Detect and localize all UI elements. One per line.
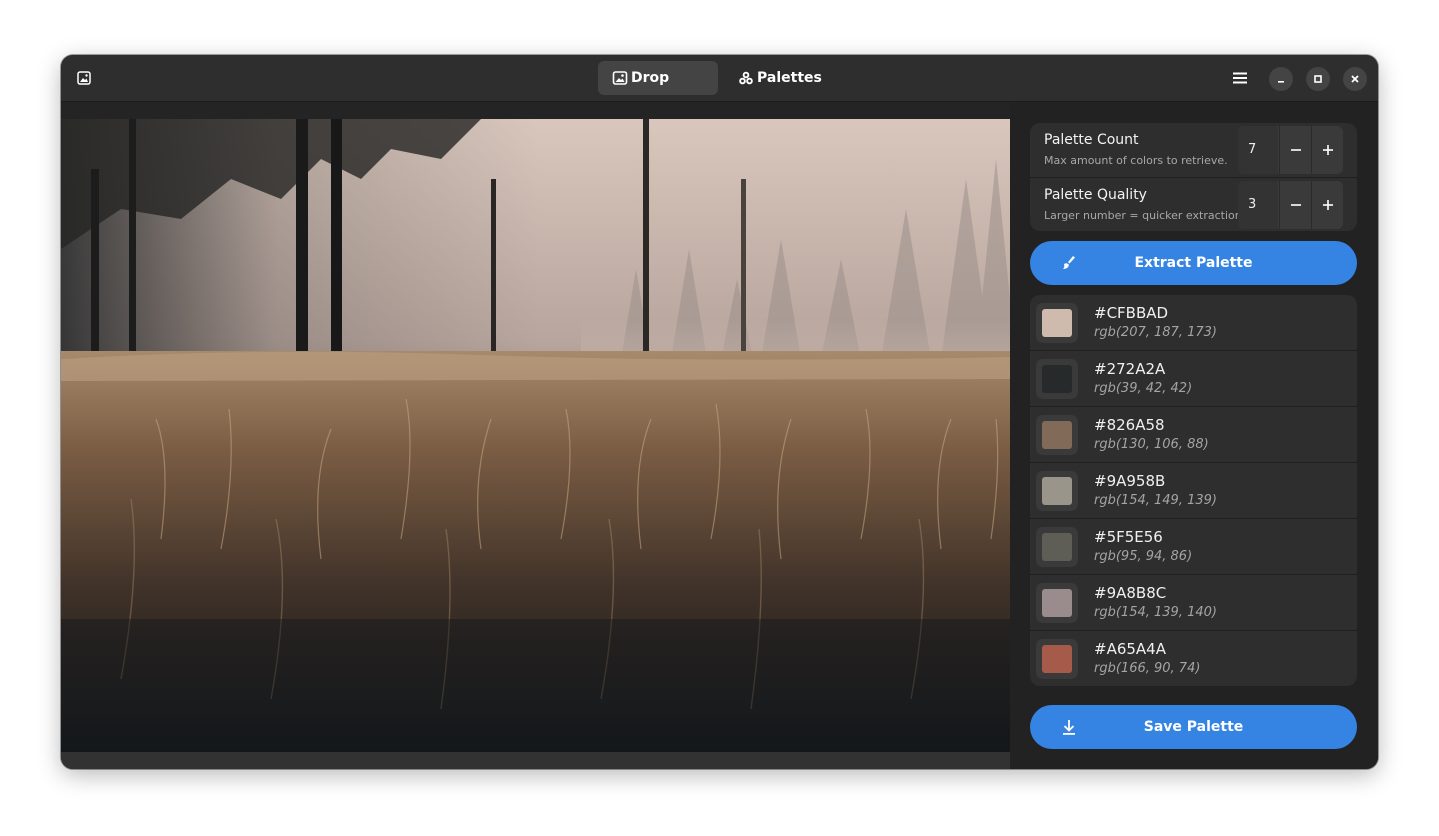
color-swatch-frame <box>1036 583 1078 623</box>
palette-quality-subtitle: Larger number = quicker extraction. <box>1044 209 1246 222</box>
palette-icon <box>738 70 754 86</box>
palette-color-row[interactable]: #CFBBAD rgb(207, 187, 173) <box>1030 295 1357 351</box>
palette-quality-decrement-button[interactable] <box>1279 181 1312 229</box>
tab-palettes[interactable]: Palettes <box>724 61 840 95</box>
palette-count-subtitle: Max amount of colors to retrieve. <box>1044 154 1228 167</box>
color-swatch <box>1042 365 1072 393</box>
color-swatch <box>1042 589 1072 617</box>
minus-icon <box>1291 149 1301 151</box>
color-swatch-frame <box>1036 303 1078 343</box>
color-hex-value[interactable]: #A65A4A <box>1094 640 1166 658</box>
palette-quality-spinner: 3 <box>1238 181 1343 229</box>
color-swatch <box>1042 477 1072 505</box>
color-hex-value[interactable]: #CFBBAD <box>1094 304 1168 322</box>
app-window: Drop Palettes Palette Count Max amount o… <box>61 55 1378 769</box>
plus-icon <box>1323 200 1333 210</box>
image-drop-area[interactable] <box>61 102 1010 769</box>
plus-icon <box>1323 145 1333 155</box>
color-rgb-value[interactable]: rgb(130, 106, 88) <box>1094 437 1209 452</box>
main-content: Palette Count Max amount of colors to re… <box>61 102 1378 769</box>
color-rgb-value[interactable]: rgb(39, 42, 42) <box>1094 381 1192 396</box>
save-palette-label: Save Palette <box>1143 719 1244 735</box>
palette-color-row[interactable]: #9A958B rgb(154, 149, 139) <box>1030 463 1357 519</box>
color-swatch <box>1042 309 1072 337</box>
color-hex-value[interactable]: #5F5E56 <box>1094 528 1163 546</box>
color-swatch <box>1042 645 1072 673</box>
maximize-button[interactable] <box>1306 67 1330 91</box>
color-hex-value[interactable]: #826A58 <box>1094 416 1165 434</box>
preview-photo <box>61 119 1010 752</box>
palette-quality-title: Palette Quality <box>1044 187 1147 203</box>
color-rgb-value[interactable]: rgb(154, 149, 139) <box>1094 493 1217 508</box>
color-hex-value[interactable]: #272A2A <box>1094 360 1165 378</box>
color-swatch-frame <box>1036 639 1078 679</box>
color-hex-value[interactable]: #9A8B8C <box>1094 584 1166 602</box>
image-bottom-bar <box>61 752 1010 769</box>
color-swatch-frame <box>1036 415 1078 455</box>
minimize-icon <box>1278 81 1284 83</box>
minimize-button[interactable] <box>1269 67 1293 91</box>
color-swatch-frame <box>1036 359 1078 399</box>
palette-quality-input[interactable]: 3 <box>1238 181 1278 229</box>
palette-color-row[interactable]: #826A58 rgb(130, 106, 88) <box>1030 407 1357 463</box>
palette-count-spinner: 7 <box>1238 126 1343 174</box>
color-rgb-value[interactable]: rgb(154, 139, 140) <box>1094 605 1217 620</box>
palette-count-title: Palette Count <box>1044 132 1139 148</box>
view-switcher: Drop Palettes <box>598 61 840 95</box>
palette-color-row[interactable]: #5F5E56 rgb(95, 94, 86) <box>1030 519 1357 575</box>
palette-quality-increment-button[interactable] <box>1311 181 1343 229</box>
extract-palette-button[interactable]: Extract Palette <box>1030 241 1357 285</box>
settings-group: Palette Count Max amount of colors to re… <box>1030 123 1357 231</box>
color-rgb-value[interactable]: rgb(95, 94, 86) <box>1094 549 1192 564</box>
minus-icon <box>1291 204 1301 206</box>
color-swatch-frame <box>1036 471 1078 511</box>
color-rgb-value[interactable]: rgb(207, 187, 173) <box>1094 325 1217 340</box>
color-swatch <box>1042 533 1072 561</box>
maximize-icon <box>1314 75 1322 83</box>
color-swatch-frame <box>1036 527 1078 567</box>
tab-drop[interactable]: Drop <box>598 61 718 95</box>
palette-color-row[interactable]: #9A8B8C rgb(154, 139, 140) <box>1030 575 1357 631</box>
color-swatch <box>1042 421 1072 449</box>
tab-palettes-label: Palettes <box>757 70 822 86</box>
palette-color-list: #CFBBAD rgb(207, 187, 173) #272A2A rgb(39, … <box>1030 295 1357 686</box>
color-hex-value[interactable]: #9A958B <box>1094 472 1165 490</box>
color-rgb-value[interactable]: rgb(166, 90, 74) <box>1094 661 1200 676</box>
palette-count-input[interactable]: 7 <box>1238 126 1278 174</box>
tab-drop-label: Drop <box>631 70 670 86</box>
palette-quality-row: Palette Quality Larger number = quicker … <box>1030 177 1357 231</box>
close-button[interactable] <box>1343 67 1367 91</box>
extract-palette-label: Extract Palette <box>1134 255 1253 271</box>
download-icon <box>1060 718 1078 736</box>
close-icon <box>1351 75 1359 83</box>
palette-count-decrement-button[interactable] <box>1279 126 1312 174</box>
palette-color-row[interactable]: #A65A4A rgb(166, 90, 74) <box>1030 631 1357 686</box>
image-icon <box>612 70 628 86</box>
palette-color-row[interactable]: #272A2A rgb(39, 42, 42) <box>1030 351 1357 407</box>
image-icon[interactable] <box>73 67 95 89</box>
sidebar: Palette Count Max amount of colors to re… <box>1010 102 1378 769</box>
brush-icon <box>1060 254 1078 272</box>
hamburger-menu-icon[interactable] <box>1227 67 1253 89</box>
palette-count-increment-button[interactable] <box>1311 126 1343 174</box>
palette-count-row: Palette Count Max amount of colors to re… <box>1030 123 1357 177</box>
header-bar: Drop Palettes <box>61 55 1378 102</box>
save-palette-button[interactable]: Save Palette <box>1030 705 1357 749</box>
